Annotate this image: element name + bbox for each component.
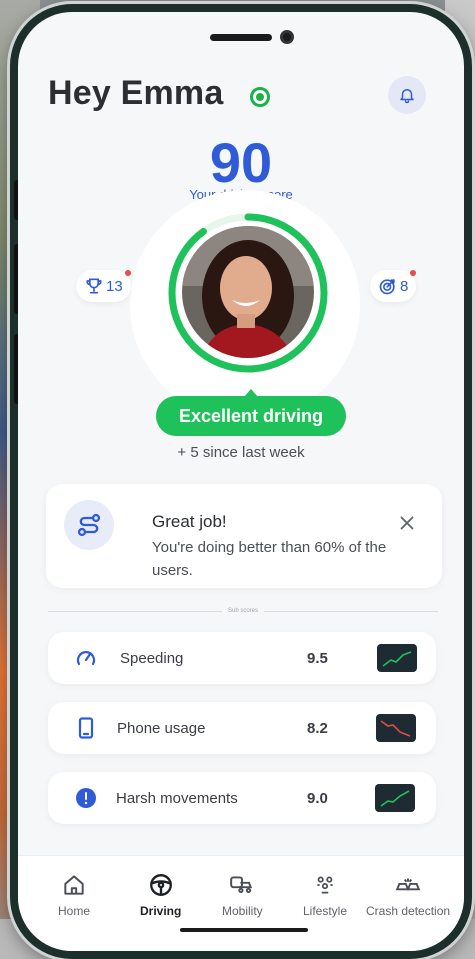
subscore-label: Harsh movements bbox=[116, 789, 238, 807]
nav-item-mobility[interactable]: Mobility bbox=[222, 872, 263, 918]
driving-score-value: 90 bbox=[209, 131, 273, 194]
goals-count: 8 bbox=[400, 277, 409, 295]
app-screen: Hey Emma 90 Your driving score bbox=[18, 12, 464, 951]
subscore-row-speeding[interactable]: Speeding 9.5 bbox=[48, 632, 436, 684]
card-message: You're doing better than 60% of the user… bbox=[152, 539, 387, 579]
greeting-title: Hey Emma bbox=[48, 74, 224, 112]
target-icon bbox=[379, 279, 395, 295]
speedometer-icon bbox=[76, 651, 96, 666]
phone-frame: Hey Emma 90 Your driving score bbox=[10, 4, 472, 959]
alert-icon bbox=[76, 788, 96, 808]
subscore-value: 9.5 bbox=[307, 649, 328, 667]
nav-label: Mobility bbox=[222, 904, 263, 918]
front-camera bbox=[280, 30, 294, 44]
nav-item-driving[interactable]: Driving bbox=[140, 872, 181, 918]
subscore-label: Speeding bbox=[120, 649, 184, 667]
home-icon bbox=[64, 875, 84, 895]
bottom-navigation: Home Driving Mobility Lifestyle Crash de… bbox=[18, 855, 464, 951]
subscores-title: Sub scores bbox=[228, 608, 259, 614]
subscore-row-harsh-movements[interactable]: Harsh movements 9.0 bbox=[48, 772, 436, 824]
trend-down-sparkline bbox=[376, 714, 416, 742]
nav-item-home[interactable]: Home bbox=[58, 872, 90, 918]
score-change-text: + 5 since last week bbox=[177, 444, 305, 461]
trend-up-sparkline bbox=[377, 644, 417, 672]
notifications-button[interactable] bbox=[388, 76, 426, 114]
bell-icon bbox=[400, 89, 414, 104]
nav-label: Crash detection bbox=[366, 904, 451, 918]
nav-label: Lifestyle bbox=[303, 904, 348, 918]
nav-label: Home bbox=[58, 904, 91, 918]
goals-badge[interactable]: 8 bbox=[370, 270, 417, 302]
subscore-row-phone-usage[interactable]: Phone usage 8.2 bbox=[48, 702, 436, 754]
phone-icon bbox=[78, 717, 94, 739]
online-status-icon bbox=[250, 87, 270, 107]
lifestyle-icon bbox=[317, 876, 333, 894]
nav-item-lifestyle[interactable]: Lifestyle bbox=[303, 872, 347, 918]
avatar[interactable] bbox=[182, 226, 314, 358]
notification-dot bbox=[124, 270, 131, 276]
trophies-badge[interactable]: 13 bbox=[76, 270, 131, 302]
trophy-icon bbox=[86, 278, 102, 294]
close-icon[interactable] bbox=[396, 512, 418, 534]
nav-label: Driving bbox=[140, 904, 182, 918]
subscore-value: 8.2 bbox=[307, 719, 328, 737]
nav-item-crash-detection[interactable]: Crash detection bbox=[366, 872, 450, 918]
notification-dot bbox=[410, 270, 417, 276]
subscore-value: 9.0 bbox=[307, 789, 328, 807]
rating-badge: Excellent driving bbox=[156, 389, 346, 436]
subscores-divider: Sub scores bbox=[48, 604, 439, 618]
trophies-count: 13 bbox=[106, 277, 123, 295]
card-title: Great job! bbox=[152, 512, 227, 531]
home-indicator[interactable] bbox=[180, 928, 308, 932]
steering-wheel-icon bbox=[149, 874, 172, 896]
great-job-card: Great job! You're doing better than 60% … bbox=[46, 484, 442, 588]
mobility-icon bbox=[230, 876, 253, 894]
subscore-label: Phone usage bbox=[117, 719, 206, 737]
speaker-notch bbox=[210, 34, 272, 41]
crash-icon bbox=[395, 878, 421, 891]
route-icon bbox=[64, 500, 114, 550]
trend-up-sparkline bbox=[375, 784, 415, 812]
